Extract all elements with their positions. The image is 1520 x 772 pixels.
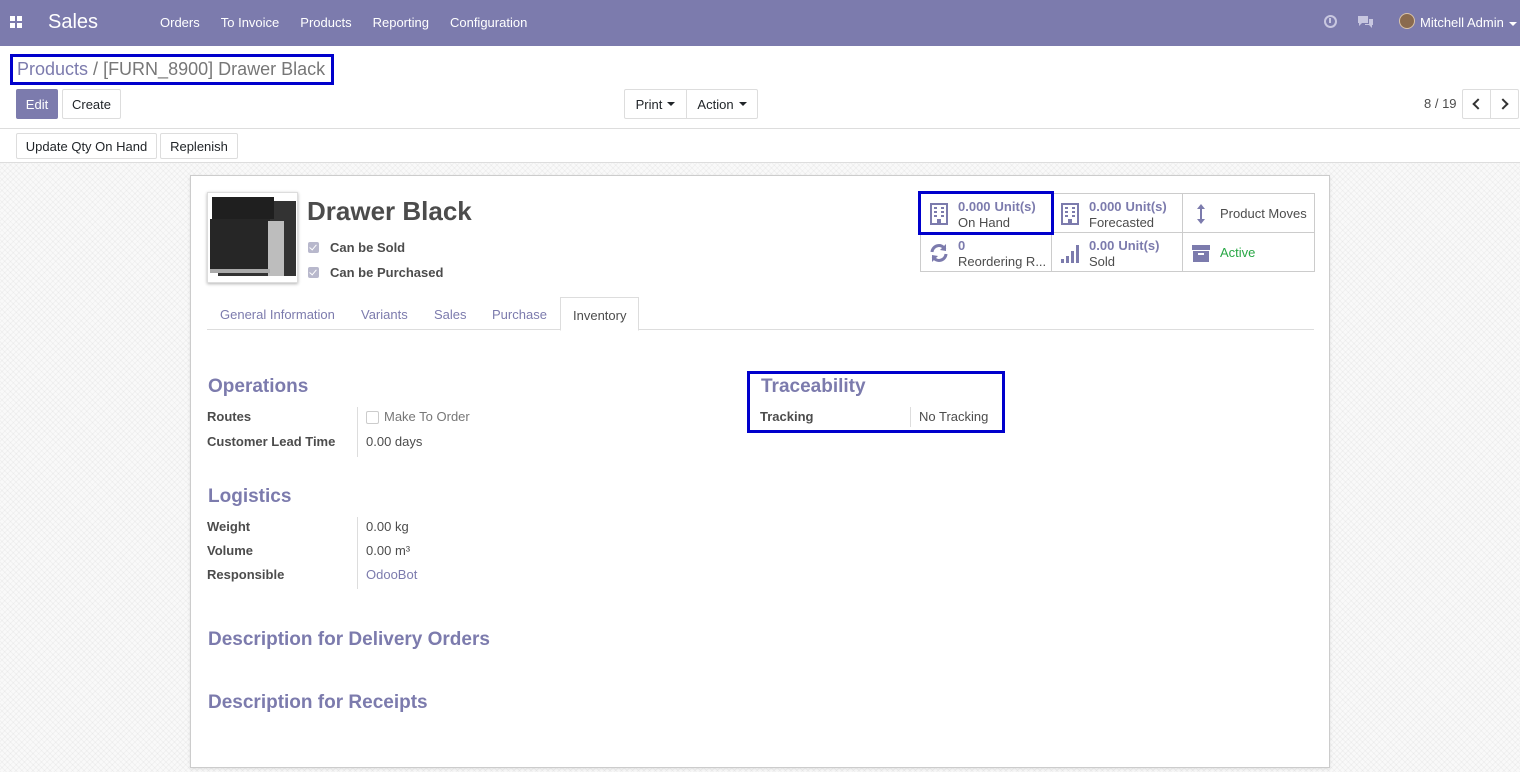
weight-value: 0.00 [366, 519, 392, 534]
logistics-title: Logistics [208, 486, 292, 507]
pager-previous-button[interactable] [1462, 89, 1491, 119]
tab-inventory[interactable]: Inventory [560, 297, 640, 331]
chevron-down-icon [1508, 21, 1517, 26]
tracking-label: Tracking [760, 409, 814, 424]
active-toggle-button[interactable]: Active [1183, 233, 1314, 272]
archive-icon [1192, 245, 1210, 262]
apps-menu-icon[interactable] [10, 16, 24, 30]
building-icon [1061, 203, 1079, 225]
create-button[interactable]: Create [62, 89, 121, 119]
operations-title: Operations [208, 376, 309, 397]
responsible-label: Responsible [207, 567, 285, 582]
responsible-link[interactable]: OdooBot [366, 567, 417, 582]
reordering-rules-button[interactable]: 0 Reordering R... [921, 233, 1052, 272]
tracking-value[interactable]: No Tracking [919, 409, 988, 424]
vertical-arrows-icon [1197, 204, 1205, 224]
make-to-order-checkbox[interactable] [366, 411, 379, 424]
menu-item-reporting[interactable]: Reporting [373, 15, 429, 30]
refresh-icon [930, 244, 948, 262]
menu-item-orders[interactable]: Orders [160, 15, 200, 30]
volume-unit: m³ [394, 543, 411, 558]
can-be-sold-row: Can be Sold [308, 240, 405, 255]
can-be-purchased-checkbox[interactable] [308, 267, 319, 278]
replenish-button[interactable]: Replenish [160, 133, 238, 159]
can-be-purchased-row: Can be Purchased [308, 265, 443, 280]
breadcrumb: Products / [FURN_8900] Drawer Black [10, 54, 335, 85]
description-delivery-title: Description for Delivery Orders [208, 629, 490, 650]
breadcrumb-current: [FURN_8900] Drawer Black [103, 59, 326, 79]
messaging-icon[interactable] [1357, 15, 1374, 29]
reordering-label: Reordering R... [958, 254, 1047, 269]
sold-unit: Unit(s) [1118, 238, 1160, 253]
product-moves-label: Product Moves [1220, 206, 1307, 221]
description-receipts-title: Description for Receipts [208, 692, 428, 713]
action-label: Action [697, 96, 734, 112]
forecasted-unit: Unit(s) [1125, 199, 1167, 214]
edit-button[interactable]: Edit [16, 89, 58, 119]
forecasted-label: Forecasted [1089, 215, 1155, 230]
chevron-down-icon [738, 102, 747, 106]
app-name[interactable]: Sales [48, 11, 98, 34]
weight-label: Weight [207, 519, 251, 534]
forecasted-value: 0.000 [1089, 199, 1122, 214]
tab-purchase[interactable]: Purchase [492, 297, 547, 330]
main-menu: Orders To Invoice Products Reporting Con… [160, 15, 548, 30]
weight-unit: kg [394, 519, 409, 534]
signal-bars-icon [1061, 245, 1079, 263]
action-dropdown[interactable]: Action [686, 89, 758, 119]
activity-clock-icon[interactable] [1324, 15, 1337, 28]
forecasted-button[interactable]: 0.000 Unit(s) Forecasted [1052, 194, 1183, 233]
chevron-down-icon [667, 102, 676, 106]
product-moves-button[interactable]: Product Moves [1183, 194, 1314, 233]
volume-value: 0.00 [366, 543, 392, 558]
reordering-value: 0 [958, 238, 966, 253]
sold-value: 0.00 [1089, 238, 1115, 253]
volume-label: Volume [207, 543, 253, 558]
can-be-sold-label: Can be Sold [330, 240, 406, 255]
volume-field: 0.00 m³ [366, 543, 410, 558]
sold-button[interactable]: 0.00 Unit(s) Sold [1052, 233, 1183, 272]
can-be-purchased-label: Can be Purchased [330, 265, 444, 280]
field-separator [910, 407, 911, 427]
chevron-right-icon [1497, 98, 1509, 110]
customer-lead-time-label: Customer Lead Time [207, 434, 336, 449]
print-dropdown[interactable]: Print [624, 89, 687, 119]
user-avatar[interactable] [1399, 13, 1415, 29]
print-label: Print [635, 96, 663, 112]
active-label: Active [1220, 245, 1256, 260]
routes-label: Routes [207, 409, 252, 424]
product-name: Drawer Black [307, 196, 472, 226]
form-sheet: Drawer Black Can be Sold Can be Purchase… [190, 175, 1330, 768]
make-to-order-label: Make To Order [384, 409, 470, 424]
breadcrumb-separator: / [93, 59, 99, 79]
update-qty-on-hand-button[interactable]: Update Qty On Hand [16, 133, 157, 159]
chevron-left-icon [1472, 98, 1484, 110]
pager-next-button[interactable] [1490, 89, 1519, 119]
product-image[interactable] [207, 192, 298, 283]
sold-label: Sold [1089, 254, 1116, 269]
breadcrumb-products-link[interactable]: Products [17, 59, 88, 79]
tab-variants[interactable]: Variants [361, 297, 408, 330]
menu-item-configuration[interactable]: Configuration [450, 15, 527, 30]
weight-field: 0.00 kg [366, 519, 409, 534]
user-menu[interactable]: Mitchell Admin [1420, 15, 1517, 30]
user-name: Mitchell Admin [1420, 15, 1504, 30]
menu-item-to-invoice[interactable]: To Invoice [221, 15, 280, 30]
traceability-title: Traceability [761, 376, 866, 397]
on-hand-highlight [918, 191, 1054, 235]
field-separator [357, 517, 358, 589]
tab-general-information[interactable]: General Information [220, 297, 335, 330]
control-panel-divider [0, 128, 1520, 129]
pager-value[interactable]: 8 / 19 [1424, 96, 1457, 111]
tab-sales[interactable]: Sales [434, 297, 467, 330]
menu-item-products[interactable]: Products [300, 15, 351, 30]
field-separator [357, 407, 358, 457]
can-be-sold-checkbox[interactable] [308, 242, 319, 253]
customer-lead-time-value: 0.00 days [366, 434, 423, 449]
notebook-tabs: General Information Variants Sales Purch… [207, 297, 1314, 331]
top-navbar: Sales Orders To Invoice Products Reporti… [0, 0, 1520, 46]
